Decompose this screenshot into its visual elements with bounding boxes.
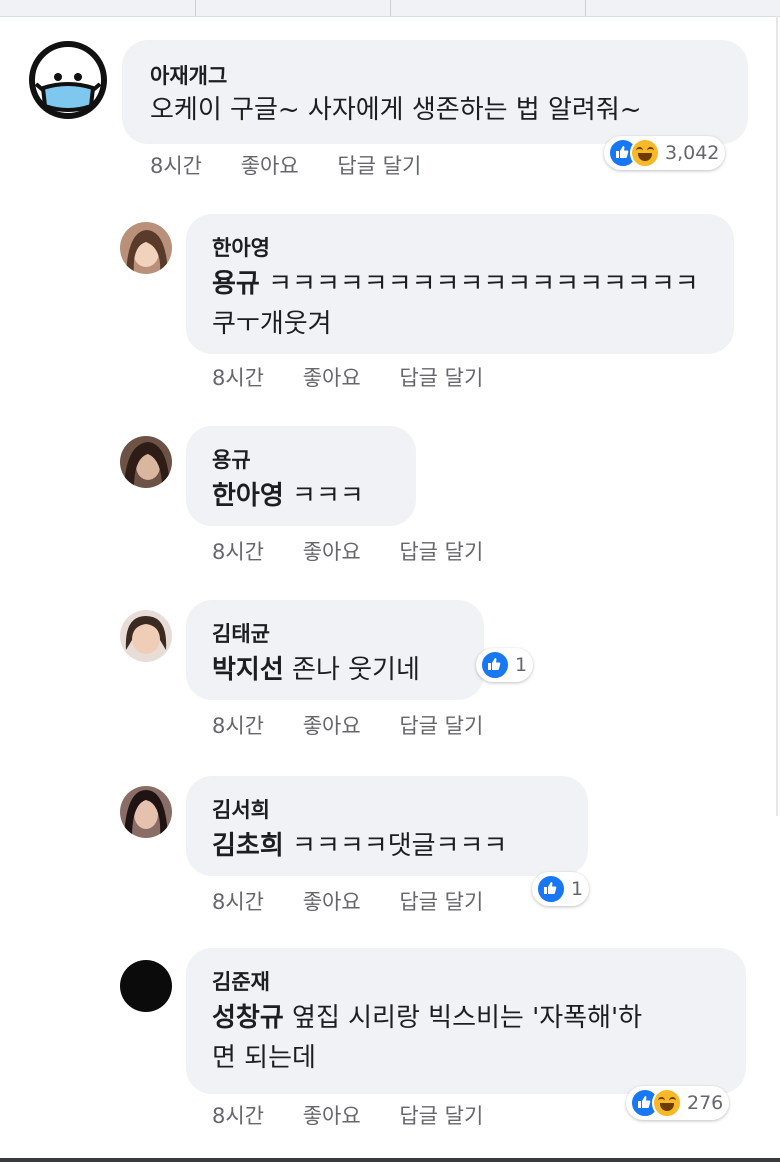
reaction-summary[interactable]: 1: [476, 648, 534, 682]
comment-author[interactable]: 김서희: [212, 794, 270, 824]
comment-author[interactable]: 김준재: [212, 966, 270, 996]
comment-text: 박지선 존나 웃기네: [212, 652, 420, 688]
comment-text: 용규 ㅋㅋㅋㅋㅋㅋㅋㅋㅋㅋㅋㅋㅋㅋㅋㅋㅋㅋ: [212, 266, 699, 302]
like-icon: [480, 650, 510, 680]
scrollbar-track[interactable]: [776, 16, 778, 816]
mention-link[interactable]: 김초희: [212, 831, 284, 861]
reply-button[interactable]: 답글 달기: [399, 1104, 483, 1128]
like-button[interactable]: 좋아요: [241, 154, 299, 178]
profile-photo-icon: [120, 610, 172, 662]
comment-time[interactable]: 8시간: [212, 890, 264, 914]
avatar[interactable]: [120, 610, 172, 662]
comment-text-line: 면 되는데: [212, 1043, 316, 1073]
comment-meta: 8시간 좋아요 답글 달기: [212, 536, 515, 566]
like-button[interactable]: 좋아요: [303, 540, 361, 564]
avatar[interactable]: [120, 436, 172, 488]
bottom-edge: [0, 1158, 780, 1162]
avatar[interactable]: [120, 960, 172, 1012]
like-button[interactable]: 좋아요: [303, 366, 361, 390]
mention-link[interactable]: 박지선: [212, 655, 284, 685]
reaction-count: 1: [515, 654, 528, 676]
comment-time[interactable]: 8시간: [212, 366, 264, 390]
reaction-count: 276: [687, 1092, 724, 1114]
comment-meta: 8시간 좋아요 답글 달기: [150, 150, 453, 180]
comment-author[interactable]: 아재개그: [150, 60, 227, 90]
reaction-summary[interactable]: 1: [532, 872, 590, 906]
mention-link[interactable]: 한아영: [212, 481, 284, 511]
comment-meta: 8시간 좋아요 답글 달기: [212, 710, 515, 740]
comment-text-body: ㅋㅋㅋ: [283, 481, 364, 511]
comment-text: 오케이 구글~ 사자에게 생존하는 법 알려줘~: [150, 95, 642, 125]
comment-time[interactable]: 8시간: [212, 1104, 264, 1128]
reaction-summary[interactable]: 276: [626, 1086, 730, 1120]
top-bar: [0, 0, 780, 17]
reply-button[interactable]: 답글 달기: [399, 714, 483, 738]
comment-text-body: ㅋㅋㅋㅋ댓글ㅋㅋㅋ: [283, 831, 508, 861]
profile-photo-icon: [120, 436, 172, 488]
comment-text: 성창규 옆집 시리랑 빅스비는 '자폭해'하: [212, 1000, 642, 1036]
reaction-summary[interactable]: 3,042: [604, 136, 726, 170]
mention-link[interactable]: 용규: [212, 269, 260, 299]
top-bar-divider: [585, 0, 586, 16]
profile-photo-icon: [120, 786, 172, 838]
comment-meta: 8시간 좋아요 답글 달기: [212, 362, 515, 392]
haha-icon: [630, 138, 660, 168]
top-bar-divider: [195, 0, 196, 16]
comment-text: 김초희 ㅋㅋㅋㅋ댓글ㅋㅋㅋ: [212, 828, 507, 864]
comment-text-line: 쿠ㅜ개웃겨: [212, 309, 332, 339]
like-icon: [536, 874, 566, 904]
reaction-count: 1: [571, 878, 584, 900]
comment-time[interactable]: 8시간: [150, 154, 202, 178]
avatar[interactable]: [120, 222, 172, 274]
comment-meta: 8시간 좋아요 답글 달기: [212, 886, 515, 916]
reply-button[interactable]: 답글 달기: [399, 890, 483, 914]
comment-author[interactable]: 한아영: [212, 232, 270, 262]
reply-button[interactable]: 답글 달기: [399, 366, 483, 390]
comment-text-line: ㅋㅋㅋㅋㅋㅋㅋㅋㅋㅋㅋㅋㅋㅋㅋㅋㅋㅋ: [259, 269, 699, 299]
avatar[interactable]: [120, 786, 172, 838]
comment-author[interactable]: 김태균: [212, 618, 270, 648]
reply-button[interactable]: 답글 달기: [337, 154, 421, 178]
masked-face-avatar-icon: [29, 41, 107, 119]
comment-time[interactable]: 8시간: [212, 540, 264, 564]
comment-meta: 8시간 좋아요 답글 달기: [212, 1100, 515, 1130]
reply-button[interactable]: 답글 달기: [399, 540, 483, 564]
like-button[interactable]: 좋아요: [303, 714, 361, 738]
comment-text: 한아영 ㅋㅋㅋ: [212, 478, 364, 514]
comment-time[interactable]: 8시간: [212, 714, 264, 738]
haha-icon: [652, 1088, 682, 1118]
comment-text-body: 존나 웃기네: [283, 655, 420, 685]
comment-author[interactable]: 용규: [212, 444, 251, 474]
avatar[interactable]: [28, 40, 108, 120]
like-button[interactable]: 좋아요: [303, 890, 361, 914]
profile-photo-icon: [120, 222, 172, 274]
top-bar-divider: [390, 0, 391, 16]
comment-text-line: 옆집 시리랑 빅스비는 '자폭해'하: [283, 1003, 643, 1033]
mention-link[interactable]: 성창규: [212, 1003, 284, 1033]
reaction-count: 3,042: [665, 142, 720, 164]
like-button[interactable]: 좋아요: [303, 1104, 361, 1128]
